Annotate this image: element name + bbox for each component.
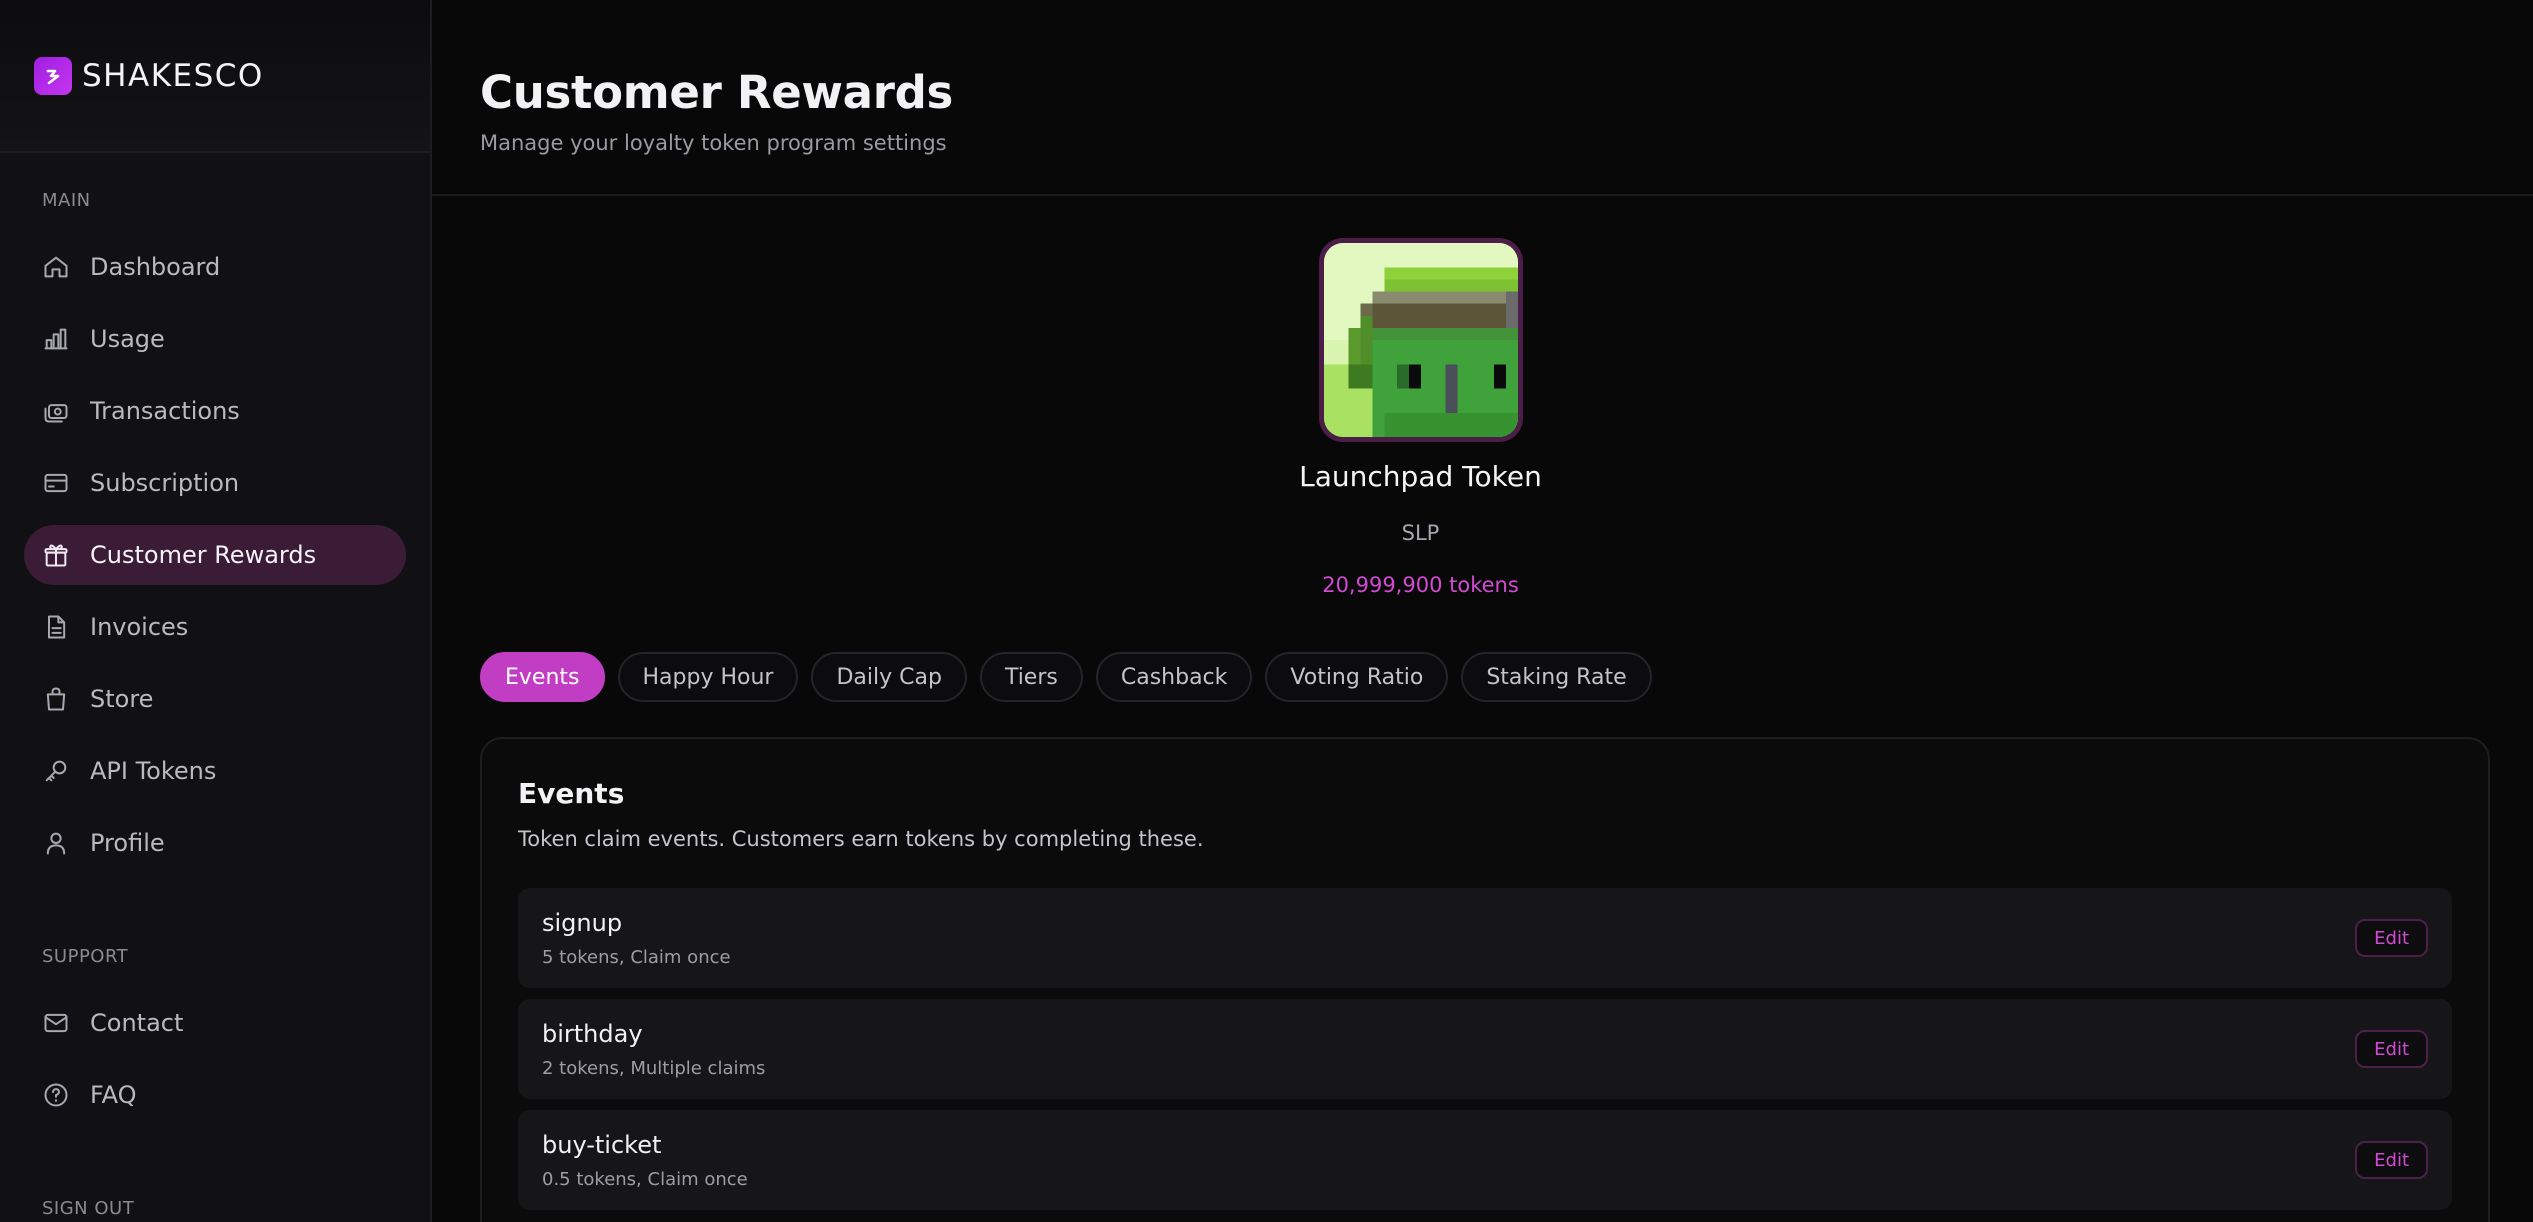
- home-icon: [42, 253, 70, 281]
- event-list: signup 5 tokens, Claim once Edit birthda…: [518, 888, 2452, 1210]
- section-label-support: SUPPORT: [42, 946, 129, 967]
- event-info: buy-ticket 0.5 tokens, Claim once: [542, 1131, 748, 1190]
- events-panel-description: Token claim events. Customers earn token…: [518, 827, 1204, 851]
- edit-event-button[interactable]: Edit: [2355, 1141, 2428, 1179]
- sidebar-item-label: API Tokens: [90, 757, 217, 785]
- page-header: Customer Rewards Manage your loyalty tok…: [432, 0, 2533, 196]
- events-panel-title: Events: [518, 777, 625, 810]
- sidebar-item-usage[interactable]: Usage: [24, 309, 406, 369]
- sidebar-item-label: Store: [90, 685, 154, 713]
- token-symbol: SLP: [1401, 521, 1440, 545]
- sidebar-item-label: Subscription: [90, 469, 240, 497]
- settings-tabs: Events Happy Hour Daily Cap Tiers Cashba…: [480, 652, 1652, 702]
- token-name: Launchpad Token: [1299, 460, 1542, 493]
- tab-voting-ratio[interactable]: Voting Ratio: [1265, 652, 1449, 702]
- token-image: [1318, 238, 1523, 442]
- bar-chart-icon: [42, 325, 70, 353]
- sidebar-item-label: Usage: [90, 325, 165, 353]
- brand-logo-icon: [34, 56, 72, 95]
- help-circle-icon: [42, 1081, 70, 1109]
- sidebar-item-faq[interactable]: FAQ: [24, 1065, 406, 1125]
- token-summary: Launchpad Token SLP 20,999,900 tokens: [432, 238, 2533, 597]
- sidebar-item-label: FAQ: [90, 1081, 137, 1109]
- key-icon: [42, 757, 70, 785]
- sidebar-item-label: Invoices: [90, 613, 189, 641]
- document-icon: [42, 613, 70, 641]
- sidebar: SHAKESCO MAIN Dashboard Usage Transactio…: [0, 0, 432, 1222]
- cash-icon: [42, 397, 70, 425]
- edit-event-button[interactable]: Edit: [2355, 1030, 2428, 1068]
- sidebar-item-store[interactable]: Store: [24, 669, 406, 729]
- token-supply: 20,999,900 tokens: [1322, 573, 1519, 597]
- sidebar-item-customer-rewards[interactable]: Customer Rewards: [24, 525, 406, 585]
- sidebar-item-subscription[interactable]: Subscription: [24, 453, 406, 513]
- events-panel: Events Token claim events. Customers ear…: [480, 737, 2490, 1222]
- tab-staking-rate[interactable]: Staking Rate: [1461, 652, 1652, 702]
- app-root: SHAKESCO MAIN Dashboard Usage Transactio…: [0, 0, 2533, 1222]
- edit-event-button[interactable]: Edit: [2355, 919, 2428, 957]
- mail-icon: [42, 1009, 70, 1037]
- user-icon: [42, 829, 70, 857]
- event-row: birthday 2 tokens, Multiple claims Edit: [518, 999, 2452, 1099]
- event-row: signup 5 tokens, Claim once Edit: [518, 888, 2452, 988]
- sidebar-item-dashboard[interactable]: Dashboard: [24, 237, 406, 297]
- shopping-bag-icon: [42, 685, 70, 713]
- sidebar-item-api-tokens[interactable]: API Tokens: [24, 741, 406, 801]
- sidebar-item-contact[interactable]: Contact: [24, 993, 406, 1053]
- sidebar-item-profile[interactable]: Profile: [24, 813, 406, 873]
- sidebar-item-label: Profile: [90, 829, 165, 857]
- page-title: Customer Rewards: [480, 66, 954, 119]
- event-info: signup 5 tokens, Claim once: [542, 909, 731, 968]
- sidebar-item-label: Customer Rewards: [90, 541, 317, 569]
- page-subtitle: Manage your loyalty token program settin…: [480, 131, 947, 155]
- sidebar-item-invoices[interactable]: Invoices: [24, 597, 406, 657]
- tab-happy-hour[interactable]: Happy Hour: [617, 652, 799, 702]
- event-name: birthday: [542, 1019, 643, 1048]
- event-name: signup: [542, 908, 623, 937]
- main-content: Customer Rewards Manage your loyalty tok…: [432, 0, 2533, 1222]
- credit-card-icon: [42, 469, 70, 497]
- event-meta: 2 tokens, Multiple claims: [542, 1057, 766, 1079]
- event-meta: 5 tokens, Claim once: [542, 946, 731, 968]
- sidebar-item-transactions[interactable]: Transactions: [24, 381, 406, 441]
- event-meta: 0.5 tokens, Claim once: [542, 1168, 748, 1190]
- tab-cashback[interactable]: Cashback: [1095, 652, 1253, 702]
- sidebar-item-label: Contact: [90, 1009, 184, 1037]
- tab-daily-cap[interactable]: Daily Cap: [811, 652, 967, 702]
- event-row: buy-ticket 0.5 tokens, Claim once Edit: [518, 1110, 2452, 1210]
- tab-events[interactable]: Events: [480, 652, 605, 702]
- sidebar-item-label: Transactions: [90, 397, 240, 425]
- signout-link[interactable]: SIGN OUT: [0, 1198, 134, 1219]
- brand-name: SHAKESCO: [82, 57, 264, 94]
- event-info: birthday 2 tokens, Multiple claims: [542, 1020, 765, 1079]
- event-name: buy-ticket: [542, 1130, 662, 1159]
- brand[interactable]: SHAKESCO: [0, 0, 430, 153]
- section-label-main: MAIN: [42, 190, 91, 211]
- sidebar-item-label: Dashboard: [90, 253, 221, 281]
- tab-tiers[interactable]: Tiers: [979, 652, 1083, 702]
- gift-icon: [42, 541, 70, 569]
